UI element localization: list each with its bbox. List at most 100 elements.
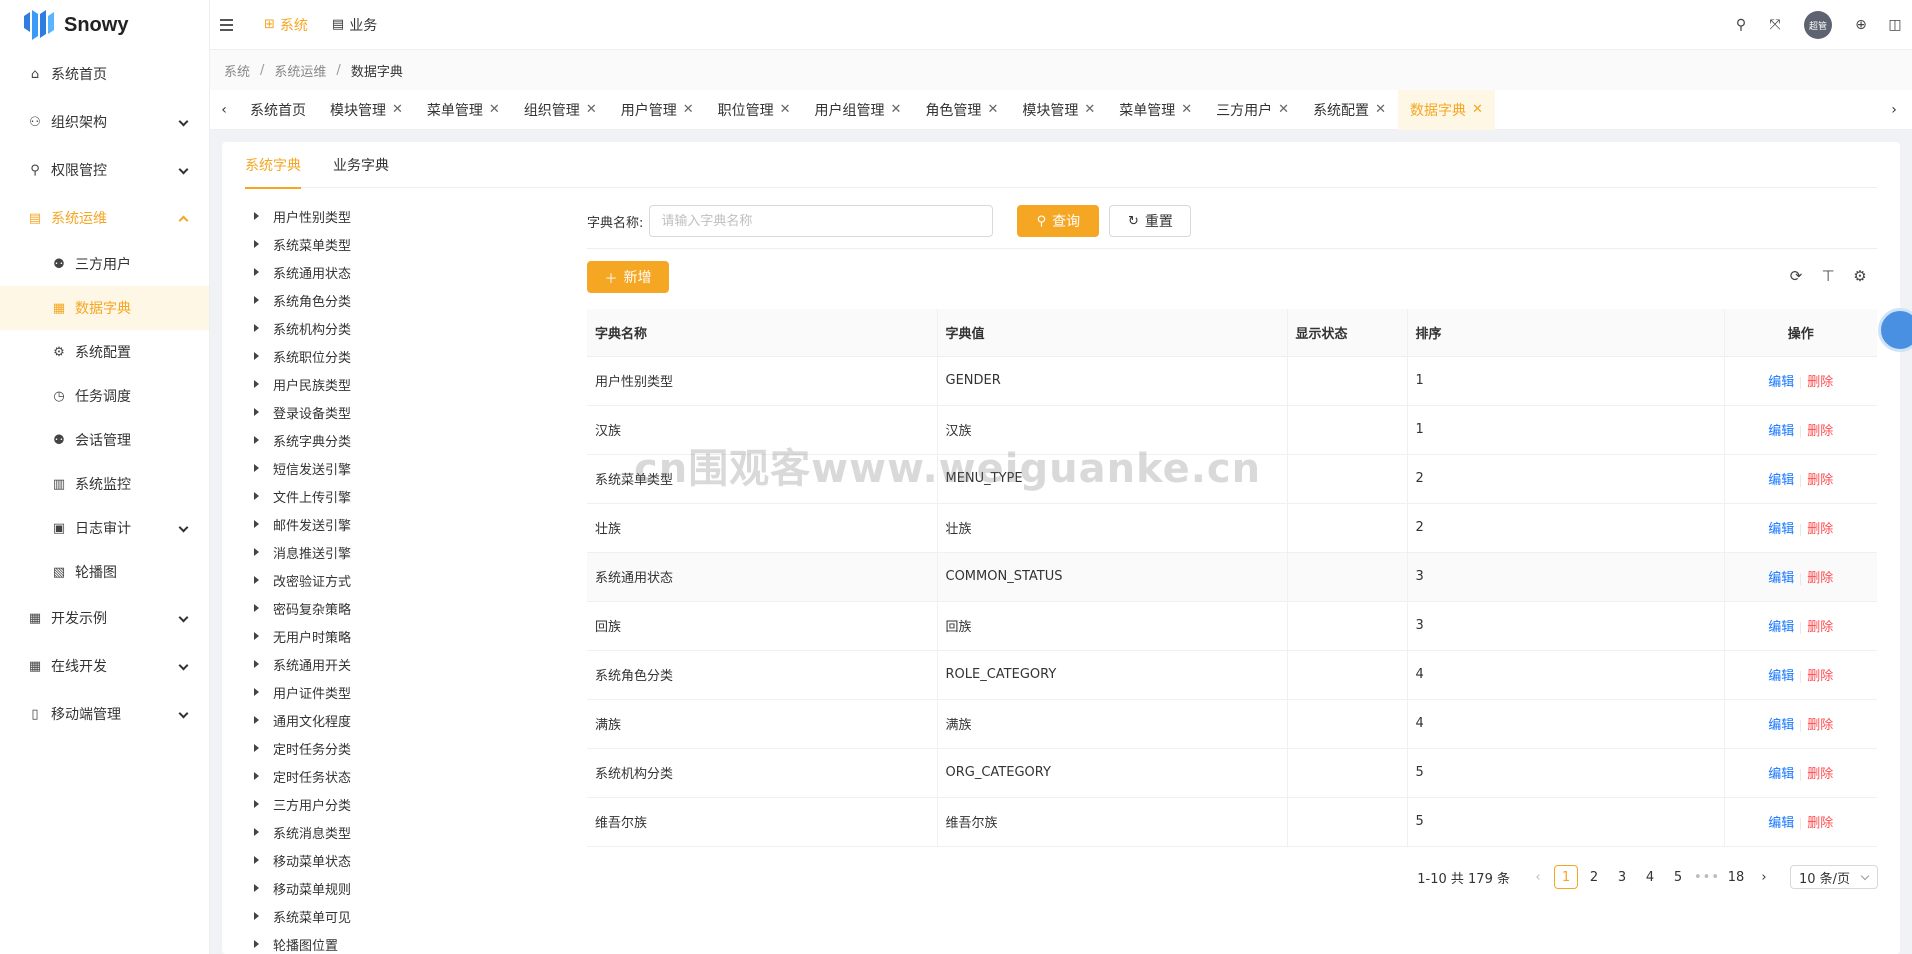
- tree-node[interactable]: 系统通用开关: [252, 650, 552, 678]
- tabs-scroll-right-icon[interactable]: ›: [1880, 90, 1908, 130]
- tab-data-dict[interactable]: 数据字典 ✕: [1397, 89, 1495, 130]
- tree-node[interactable]: 轮播图位置: [252, 930, 552, 954]
- refresh-icon[interactable]: ⟳: [1786, 266, 1806, 286]
- top-tab-business[interactable]: ▤ 业务: [332, 15, 377, 35]
- tree-node[interactable]: 短信发送引擎: [252, 454, 552, 482]
- edit-link[interactable]: 编辑: [1768, 375, 1794, 390]
- logo[interactable]: Snowy: [0, 0, 209, 50]
- close-icon[interactable]: ✕: [1375, 102, 1386, 117]
- close-icon[interactable]: ✕: [987, 102, 998, 117]
- tree-node[interactable]: 定时任务状态: [252, 762, 552, 790]
- close-icon[interactable]: ✕: [1181, 102, 1192, 117]
- close-icon[interactable]: ✕: [392, 102, 403, 117]
- tab-menu-mgmt[interactable]: 菜单管理 ✕: [415, 90, 512, 130]
- delete-link[interactable]: 删除: [1807, 816, 1833, 831]
- tab-module-mgmt-2[interactable]: 模块管理 ✕: [1010, 90, 1107, 130]
- tree-node[interactable]: 移动菜单状态: [252, 846, 552, 874]
- delete-link[interactable]: 删除: [1807, 620, 1833, 635]
- tab-role-mgmt[interactable]: 角色管理 ✕: [913, 90, 1010, 130]
- caret-right-icon[interactable]: [254, 688, 259, 696]
- caret-right-icon[interactable]: [254, 324, 259, 332]
- caret-right-icon[interactable]: [254, 828, 259, 836]
- tab-third-party-users[interactable]: 三方用户 ✕: [1204, 90, 1301, 130]
- tree-node[interactable]: 系统职位分类: [252, 342, 552, 370]
- globe-icon[interactable]: ⊕: [1844, 0, 1878, 50]
- breadcrumb-item[interactable]: 系统: [224, 61, 250, 80]
- tree-node[interactable]: 系统菜单类型: [252, 230, 552, 258]
- edit-link[interactable]: 编辑: [1768, 424, 1794, 439]
- tree-node[interactable]: 用户证件类型: [252, 678, 552, 706]
- sidebar-item-permission[interactable]: ⚲ 权限管控: [0, 146, 209, 194]
- sidebar-item-home[interactable]: ⌂ 系统首页: [0, 50, 209, 98]
- caret-right-icon[interactable]: [254, 772, 259, 780]
- delete-link[interactable]: 删除: [1807, 375, 1833, 390]
- close-icon[interactable]: ✕: [586, 102, 597, 117]
- caret-right-icon[interactable]: [254, 240, 259, 248]
- tree-node[interactable]: 密码复杂策略: [252, 594, 552, 622]
- sidebar-item-session[interactable]: ⚉ 会话管理: [0, 418, 209, 462]
- reset-button[interactable]: ↻ 重置: [1109, 205, 1192, 237]
- caret-right-icon[interactable]: [254, 212, 259, 220]
- caret-right-icon[interactable]: [254, 408, 259, 416]
- sidebar-item-sys-config[interactable]: ⚙ 系统配置: [0, 330, 209, 374]
- caret-right-icon[interactable]: [254, 800, 259, 808]
- sidebar-item-org[interactable]: ⚇ 组织架构: [0, 98, 209, 146]
- tree-node[interactable]: 邮件发送引擎: [252, 510, 552, 538]
- sidebar-item-ops[interactable]: ▤ 系统运维: [0, 194, 209, 242]
- caret-right-icon[interactable]: [254, 940, 259, 948]
- tab-menu-mgmt-2[interactable]: 菜单管理 ✕: [1107, 90, 1204, 130]
- caret-right-icon[interactable]: [254, 520, 259, 528]
- edit-link[interactable]: 编辑: [1768, 669, 1794, 684]
- caret-right-icon[interactable]: [254, 268, 259, 276]
- caret-right-icon[interactable]: [254, 464, 259, 472]
- query-button[interactable]: ⚲ 查询: [1017, 205, 1100, 237]
- tree-node[interactable]: 用户民族类型: [252, 370, 552, 398]
- sidebar-item-online-dev[interactable]: ▦ 在线开发: [0, 642, 209, 690]
- caret-right-icon[interactable]: [254, 632, 259, 640]
- close-icon[interactable]: ✕: [1084, 102, 1095, 117]
- close-icon[interactable]: ✕: [489, 102, 500, 117]
- sidebar-item-audit-log[interactable]: ▣ 日志审计: [0, 506, 209, 550]
- sidebar-item-data-dict[interactable]: ▦ 数据字典: [0, 286, 209, 330]
- breadcrumb-item[interactable]: 系统运维: [274, 61, 326, 80]
- tab-sys-config[interactable]: 系统配置 ✕: [1301, 90, 1398, 130]
- tab-org-mgmt[interactable]: 组织管理 ✕: [512, 90, 609, 130]
- caret-right-icon[interactable]: [254, 912, 259, 920]
- edit-link[interactable]: 编辑: [1768, 473, 1794, 488]
- tab-user-mgmt[interactable]: 用户管理 ✕: [609, 90, 706, 130]
- page-item[interactable]: 5: [1666, 865, 1690, 889]
- tree-node[interactable]: 定时任务分类: [252, 734, 552, 762]
- next-page-icon[interactable]: ›: [1752, 865, 1776, 889]
- caret-right-icon[interactable]: [254, 744, 259, 752]
- sidebar-item-task-schedule[interactable]: ◷ 任务调度: [0, 374, 209, 418]
- caret-right-icon[interactable]: [254, 352, 259, 360]
- edit-link[interactable]: 编辑: [1768, 816, 1794, 831]
- delete-link[interactable]: 删除: [1807, 669, 1833, 684]
- caret-right-icon[interactable]: [254, 660, 259, 668]
- dict-name-input[interactable]: [649, 205, 994, 237]
- edit-link[interactable]: 编辑: [1768, 571, 1794, 586]
- tree-node[interactable]: 文件上传引擎: [252, 482, 552, 510]
- caret-right-icon[interactable]: [254, 856, 259, 864]
- caret-right-icon[interactable]: [254, 604, 259, 612]
- search-icon[interactable]: ⚲: [1724, 0, 1758, 50]
- caret-right-icon[interactable]: [254, 436, 259, 444]
- tree-node[interactable]: 登录设备类型: [252, 398, 552, 426]
- caret-right-icon[interactable]: [254, 716, 259, 724]
- avatar[interactable]: 超管: [1804, 11, 1832, 39]
- caret-right-icon[interactable]: [254, 380, 259, 388]
- add-button[interactable]: ＋ 新增: [587, 261, 669, 293]
- edit-link[interactable]: 编辑: [1768, 718, 1794, 733]
- caret-right-icon[interactable]: [254, 296, 259, 304]
- tree-node[interactable]: 三方用户分类: [252, 790, 552, 818]
- close-icon[interactable]: ✕: [1472, 102, 1483, 117]
- column-height-icon[interactable]: ⊤: [1818, 266, 1838, 286]
- tree-node[interactable]: 系统机构分类: [252, 314, 552, 342]
- tree-node[interactable]: 系统角色分类: [252, 286, 552, 314]
- caret-right-icon[interactable]: [254, 492, 259, 500]
- page-jump-next[interactable]: •••: [1694, 865, 1720, 889]
- tree-node[interactable]: 系统通用状态: [252, 258, 552, 286]
- tree-node[interactable]: 移动菜单规则: [252, 874, 552, 902]
- close-icon[interactable]: ✕: [780, 102, 791, 117]
- close-icon[interactable]: ✕: [891, 102, 902, 117]
